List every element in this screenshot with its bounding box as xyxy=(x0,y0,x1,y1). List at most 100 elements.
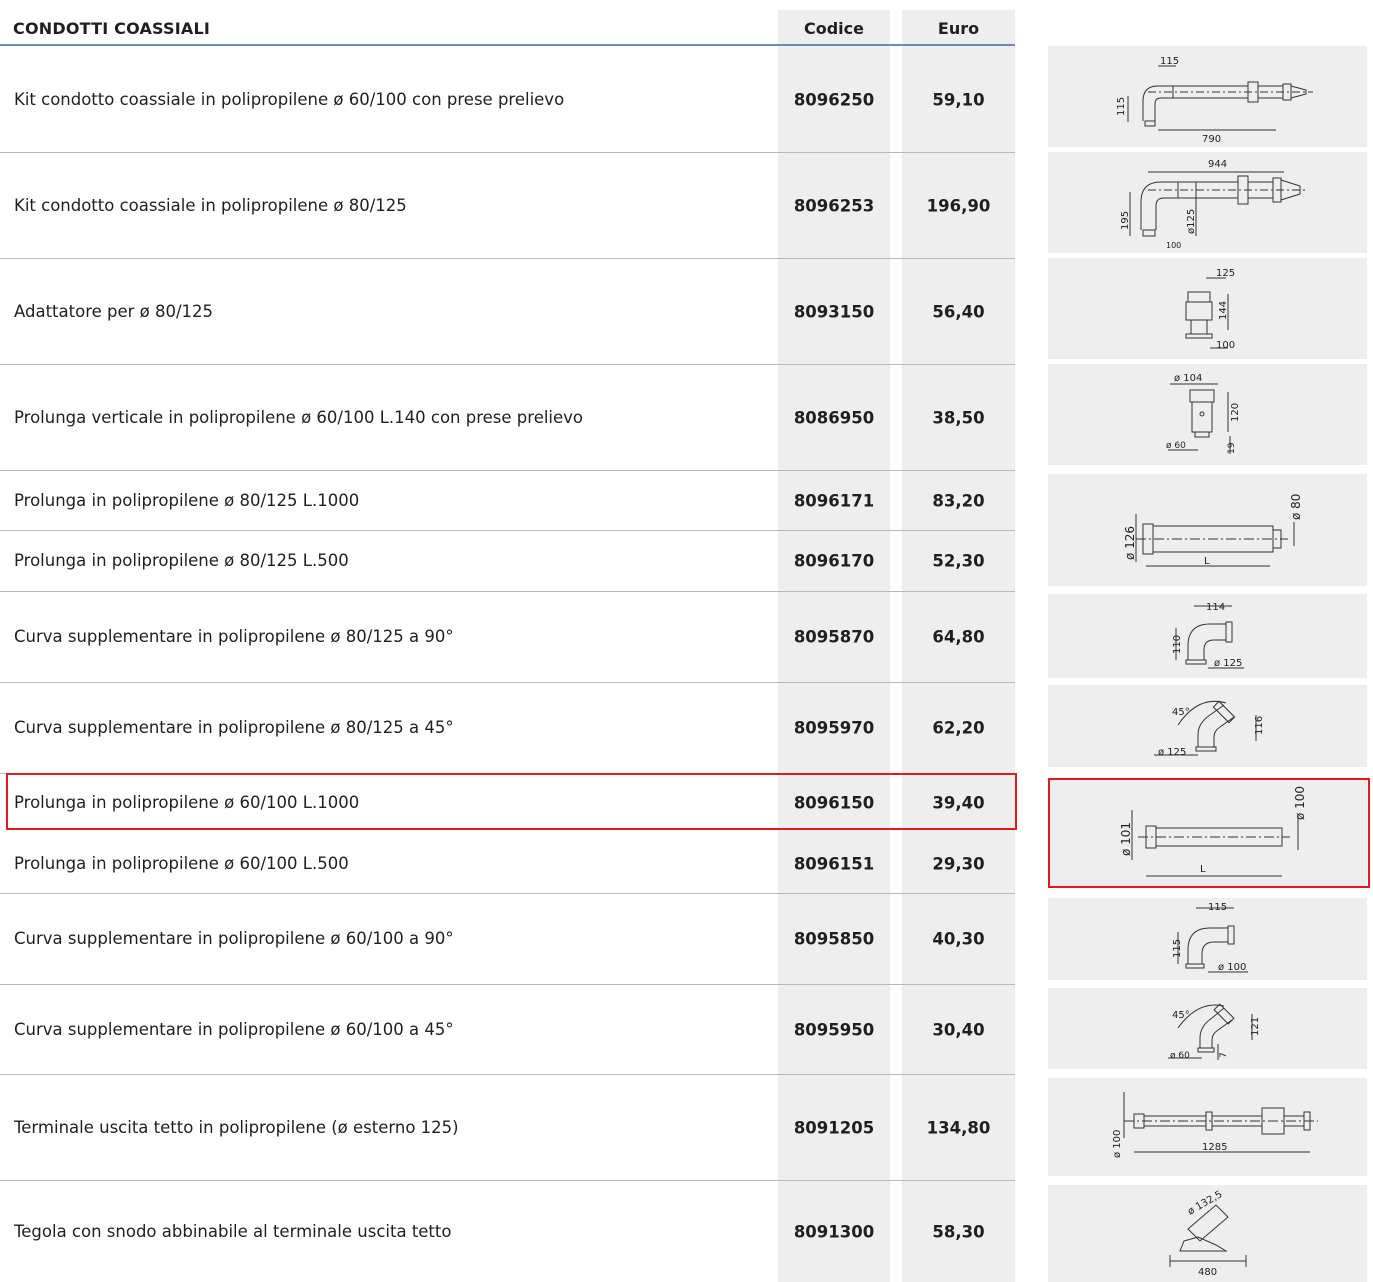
svg-text:110: 110 xyxy=(1172,635,1183,654)
row-description: Curva supplementare in polipropilene ø 6… xyxy=(14,1019,454,1039)
row-code: 8095870 xyxy=(793,627,875,647)
roof-terminal-drawing: ø 100 1285 xyxy=(1112,1092,1318,1158)
svg-text:ø 126: ø 126 xyxy=(1123,526,1137,560)
table-row[interactable]: Kit condotto coassiale in polipropilene … xyxy=(0,48,1015,152)
elbow-45-drawing: 45° 116 ø 125 xyxy=(1154,700,1265,758)
vertical-pipe-drawing: ø 104 120 ø 60 19 xyxy=(1166,373,1241,454)
table-row[interactable]: Terminale uscita tetto in polipropilene … xyxy=(0,1075,1015,1180)
svg-text:115: 115 xyxy=(1208,902,1227,913)
svg-text:120: 120 xyxy=(1230,403,1241,422)
svg-text:ø 104: ø 104 xyxy=(1174,373,1202,384)
elbow-45-drawing: 45° 121 ø 60 7 xyxy=(1168,1003,1261,1061)
svg-text:144: 144 xyxy=(1218,301,1229,320)
svg-text:100: 100 xyxy=(1166,241,1181,250)
straight-pipe-drawing: ø 126 ø 80 L xyxy=(1123,494,1303,567)
row-code: 8095950 xyxy=(793,1020,875,1039)
row-description: Tegola con snodo abbinabile al terminale… xyxy=(14,1221,452,1241)
row-price: 30,40 xyxy=(932,1020,985,1039)
row-description: Terminale uscita tetto in polipropilene … xyxy=(14,1117,459,1137)
row-code: 8095970 xyxy=(793,718,875,738)
row-price: 52,30 xyxy=(932,551,985,571)
table-row[interactable]: Prolunga in polipropilene ø 80/125 L.100… xyxy=(0,471,1015,530)
svg-text:19: 19 xyxy=(1227,442,1237,454)
elbow-90-drawing: 114 110 ø 125 xyxy=(1172,602,1244,669)
row-price: 196,90 xyxy=(926,196,991,215)
row-code: 8091205 xyxy=(793,1118,875,1137)
svg-text:125: 125 xyxy=(1216,268,1235,279)
row-description: Kit condotto coassiale in polipropilene … xyxy=(14,90,565,109)
svg-text:480: 480 xyxy=(1198,1267,1217,1278)
svg-text:ø 80: ø 80 xyxy=(1289,494,1303,520)
drawing-prolunga-verticale: ø 104 120 ø 60 19 xyxy=(1048,364,1367,465)
drawing-prolunga-80-125: ø 126 ø 80 L xyxy=(1048,474,1367,586)
row-code: 8086950 xyxy=(793,408,875,427)
price-column-header: Euro xyxy=(937,19,980,38)
row-description: Prolunga in polipropilene ø 80/125 L.100… xyxy=(14,490,360,510)
svg-text:115: 115 xyxy=(1116,97,1127,116)
adapter-drawing: 125 144 100 xyxy=(1185,268,1235,351)
drawing-adattatore: 125 144 100 xyxy=(1048,258,1367,359)
svg-text:7: 7 xyxy=(1219,1052,1229,1058)
drawing-terminale-tetto: ø 100 1285 xyxy=(1048,1078,1367,1176)
table-row[interactable]: Curva supplementare in polipropilene ø 8… xyxy=(0,683,1015,773)
svg-text:ø 100: ø 100 xyxy=(1112,1130,1123,1158)
row-price: 59,10 xyxy=(932,90,985,110)
roof-tile-drawing: ø 132,5 480 xyxy=(1169,1189,1247,1278)
table-row[interactable]: Curva supplementare in polipropilene ø 6… xyxy=(0,985,1015,1074)
drawing-curva-60-100-45: 45° 121 ø 60 7 xyxy=(1048,988,1367,1069)
row-code: 8096171 xyxy=(793,491,875,510)
svg-text:195: 195 xyxy=(1120,211,1131,230)
row-code: 8096250 xyxy=(793,90,875,110)
svg-text:ø 100: ø 100 xyxy=(1218,962,1246,973)
row-code: 8096253 xyxy=(793,196,875,215)
elbow-90-drawing: 115 115 ø 100 xyxy=(1172,902,1248,973)
row-description: Adattatore per ø 80/125 xyxy=(14,301,214,321)
table-row[interactable]: Tegola con snodo abbinabile al terminale… xyxy=(0,1181,1015,1282)
row-price: 38,50 xyxy=(932,408,985,427)
svg-text:121: 121 xyxy=(1250,1017,1261,1036)
highlighted-drawing-outline xyxy=(1048,778,1370,888)
svg-text:1285: 1285 xyxy=(1202,1142,1227,1153)
row-code: 8095850 xyxy=(793,929,875,949)
svg-text:115: 115 xyxy=(1172,939,1183,958)
svg-text:ø 125: ø 125 xyxy=(1214,658,1242,669)
row-description: Curva supplementare in polipropilene ø 8… xyxy=(14,718,454,737)
drawing-tegola: ø 132,5 480 xyxy=(1048,1185,1367,1282)
table-row[interactable]: Prolunga verticale in polipropilene ø 60… xyxy=(0,365,1015,470)
table-row[interactable]: Prolunga in polipropilene ø 80/125 L.500… xyxy=(0,531,1015,591)
svg-text:ø 60: ø 60 xyxy=(1170,1051,1190,1061)
table-row[interactable]: Curva supplementare in polipropilene ø 8… xyxy=(0,592,1015,682)
row-description: Curva supplementare in polipropilene ø 6… xyxy=(14,929,454,948)
svg-text:790: 790 xyxy=(1202,134,1221,145)
row-price: 29,30 xyxy=(932,854,985,873)
row-price: 58,30 xyxy=(932,1222,985,1241)
section-title: CONDOTTI COASSIALI xyxy=(13,19,211,38)
svg-text:ø 125: ø 125 xyxy=(1158,747,1186,758)
table-row[interactable]: Curva supplementare in polipropilene ø 6… xyxy=(0,894,1015,984)
drawing-curva-80-125-45: 45° 116 ø 125 xyxy=(1048,685,1367,767)
svg-text:100: 100 xyxy=(1216,340,1235,351)
svg-text:45°: 45° xyxy=(1172,707,1190,718)
row-code: 8096151 xyxy=(793,854,875,873)
code-column-header: Codice xyxy=(803,19,864,38)
drawing-kit-60-100: 115 115 790 xyxy=(1048,46,1367,147)
table-row[interactable]: Kit condotto coassiale in polipropilene … xyxy=(0,153,1015,258)
row-description: Kit condotto coassiale in polipropilene … xyxy=(14,195,407,215)
row-code: 8096170 xyxy=(793,551,875,571)
svg-text:116: 116 xyxy=(1254,716,1265,735)
row-price: 83,20 xyxy=(932,491,985,510)
svg-text:ø 132,5: ø 132,5 xyxy=(1186,1189,1224,1217)
row-description: Prolunga in polipropilene ø 60/100 L.500 xyxy=(14,853,349,873)
svg-text:ø 60: ø 60 xyxy=(1166,441,1186,451)
pipe-elbow-drawing: 115 115 790 xyxy=(1116,56,1313,145)
table-row[interactable]: Adattatore per ø 80/125 8093150 56,40 xyxy=(0,259,1015,364)
row-code: 8091300 xyxy=(793,1222,875,1241)
svg-text:45°: 45° xyxy=(1172,1010,1190,1021)
table-row[interactable]: Prolunga in polipropilene ø 60/100 L.500… xyxy=(0,834,1015,893)
row-description: Prolunga in polipropilene ø 80/125 L.500 xyxy=(14,551,349,570)
svg-text:114: 114 xyxy=(1206,602,1225,613)
svg-text:ø125: ø125 xyxy=(1186,209,1197,234)
table-header: CONDOTTI COASSIALI Codice Euro xyxy=(0,10,1015,46)
svg-text:115: 115 xyxy=(1160,56,1179,67)
drawing-curva-80-125-90: 114 110 ø 125 xyxy=(1048,594,1367,678)
